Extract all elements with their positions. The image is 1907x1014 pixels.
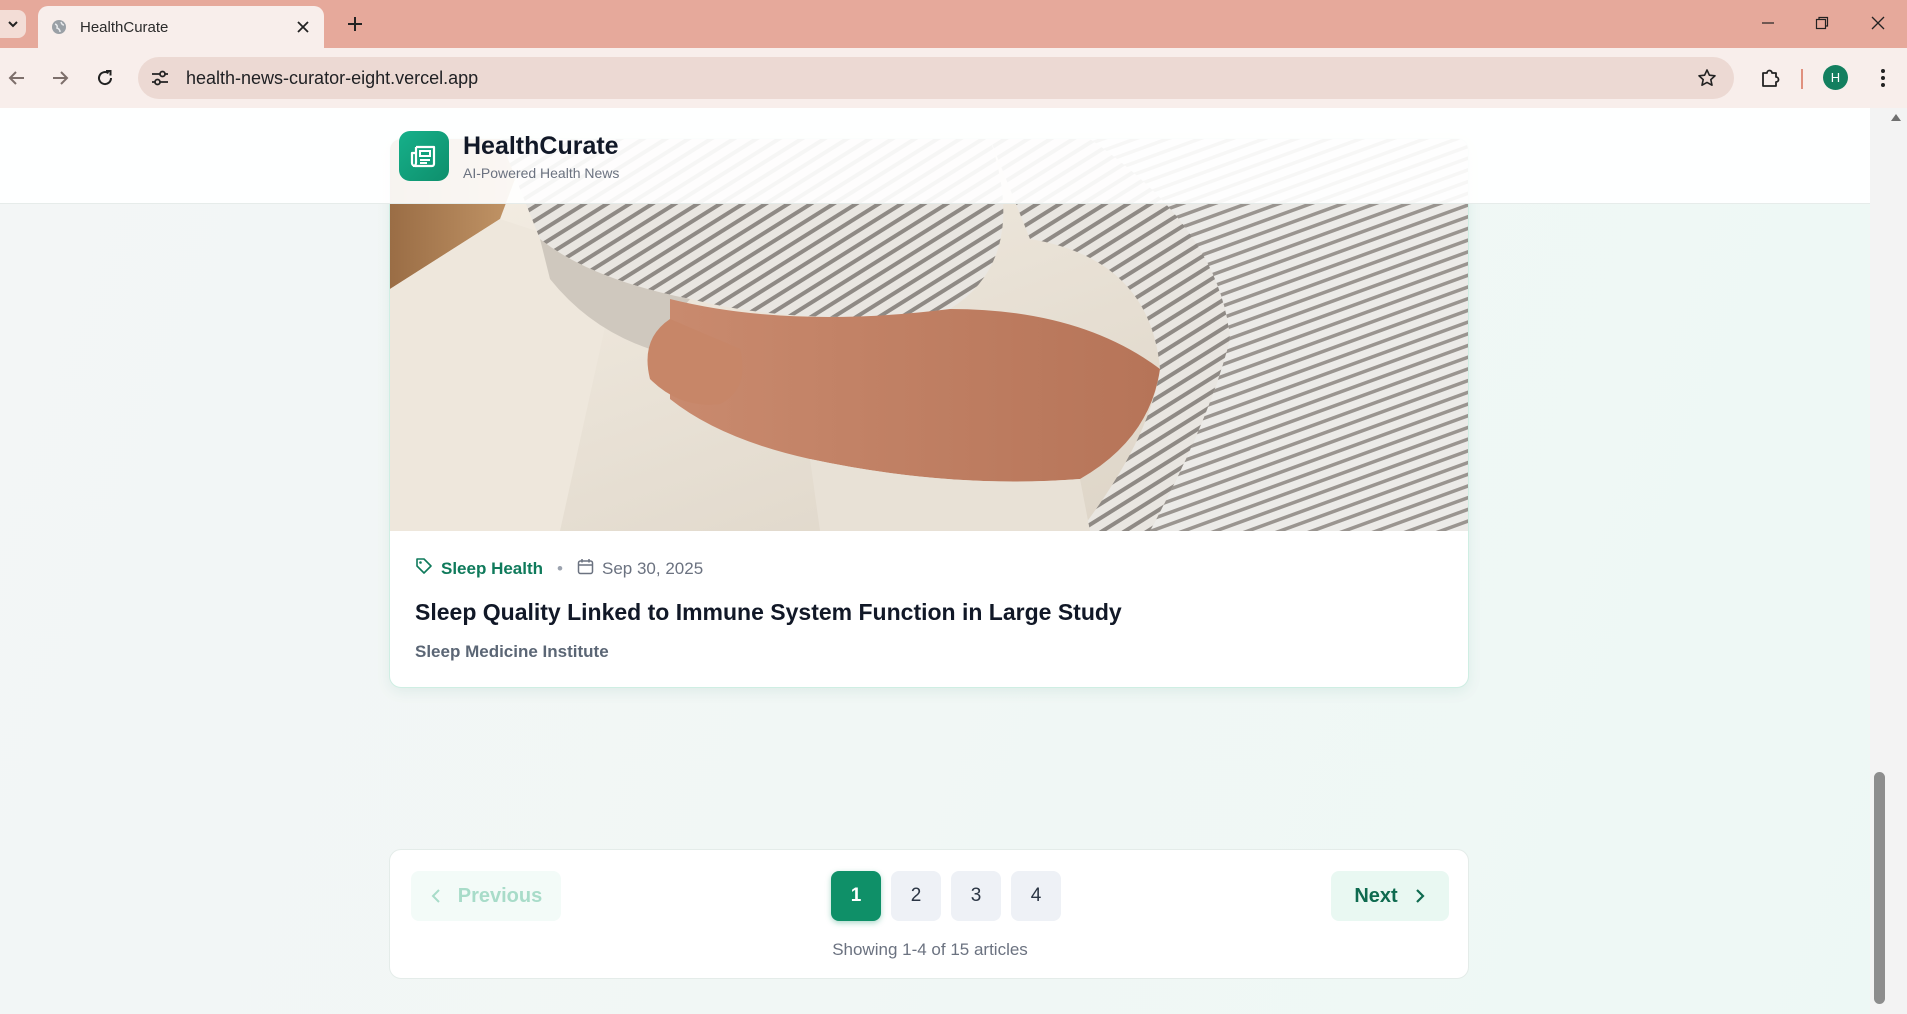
plus-icon	[348, 17, 362, 31]
back-button[interactable]	[0, 61, 34, 95]
page-button-4[interactable]: 4	[1011, 871, 1061, 921]
next-button[interactable]: Next	[1331, 871, 1449, 921]
extensions-button[interactable]	[1752, 60, 1788, 96]
article-category[interactable]: Sleep Health	[441, 559, 543, 579]
scroll-up-arrow-icon[interactable]	[1890, 112, 1902, 122]
tab-search-button[interactable]	[0, 10, 26, 38]
browser-toolbar: health-news-curator-eight.vercel.app	[0, 48, 1907, 108]
pagination: Previous 1 2 3 4 Next Showing 1-4 of 15 …	[389, 849, 1469, 979]
browser-tab-strip: HealthCurate	[0, 0, 1907, 48]
puzzle-icon	[1762, 69, 1780, 87]
chevron-down-icon	[8, 21, 18, 28]
tab-title: HealthCurate	[80, 18, 169, 36]
chevron-right-icon	[1415, 889, 1425, 903]
article-date: Sep 30, 2025	[602, 558, 704, 578]
article-source: Sleep Medicine Institute	[415, 642, 609, 661]
article-meta: Sleep Health • Sep 30, 2025	[415, 557, 703, 580]
kebab-menu-icon	[1881, 69, 1885, 87]
article-card[interactable]: Sleep Health • Sep 30, 2025 Sleep Qualit…	[389, 138, 1469, 688]
close-icon	[1871, 16, 1885, 30]
url-text: health-news-curator-eight.vercel.app	[186, 67, 479, 88]
pagination-summary: Showing 1-4 of 15 articles	[832, 940, 1028, 959]
previous-button[interactable]: Previous	[411, 871, 561, 921]
forward-button[interactable]	[43, 61, 77, 95]
site-header: HealthCurate AI-Powered Health News	[0, 108, 1870, 204]
article-title[interactable]: Sleep Quality Linked to Immune System Fu…	[415, 599, 1122, 626]
address-bar[interactable]: health-news-curator-eight.vercel.app	[138, 57, 1734, 99]
reload-icon	[98, 70, 113, 86]
site-settings-icon[interactable]	[144, 62, 176, 94]
minimize-icon	[1762, 22, 1774, 24]
tag-icon	[415, 557, 433, 580]
site-tagline: AI-Powered Health News	[463, 165, 620, 181]
newspaper-icon[interactable]	[399, 131, 449, 181]
calendar-icon	[577, 558, 594, 580]
restore-button[interactable]	[1800, 0, 1844, 46]
close-window-button[interactable]	[1856, 0, 1900, 46]
minimize-button[interactable]	[1746, 0, 1790, 46]
page-button-1[interactable]: 1	[831, 871, 881, 921]
browser-menu-button[interactable]	[1868, 60, 1898, 96]
browser-tab[interactable]: HealthCurate	[38, 6, 324, 48]
scrollbar-thumb[interactable]	[1874, 772, 1885, 1004]
arrow-left-icon	[8, 71, 24, 85]
toolbar-divider	[1801, 69, 1803, 89]
page-button-2[interactable]: 2	[891, 871, 941, 921]
bookmark-star-icon[interactable]	[1690, 61, 1724, 95]
arrow-right-icon	[53, 71, 69, 85]
restore-icon	[1815, 16, 1829, 30]
globe-icon	[50, 18, 68, 36]
profile-avatar[interactable]: H	[1823, 65, 1848, 90]
new-tab-button[interactable]	[342, 11, 368, 37]
next-label: Next	[1354, 884, 1398, 907]
meta-separator: •	[557, 558, 563, 578]
page-button-3[interactable]: 3	[951, 871, 1001, 921]
reload-button[interactable]	[88, 61, 122, 95]
page-viewport: Sleep Health • Sep 30, 2025 Sleep Qualit…	[0, 108, 1907, 1014]
previous-label: Previous	[457, 884, 543, 907]
chevron-left-icon	[431, 889, 440, 903]
site-name[interactable]: HealthCurate	[463, 132, 619, 161]
close-icon[interactable]	[292, 16, 314, 38]
